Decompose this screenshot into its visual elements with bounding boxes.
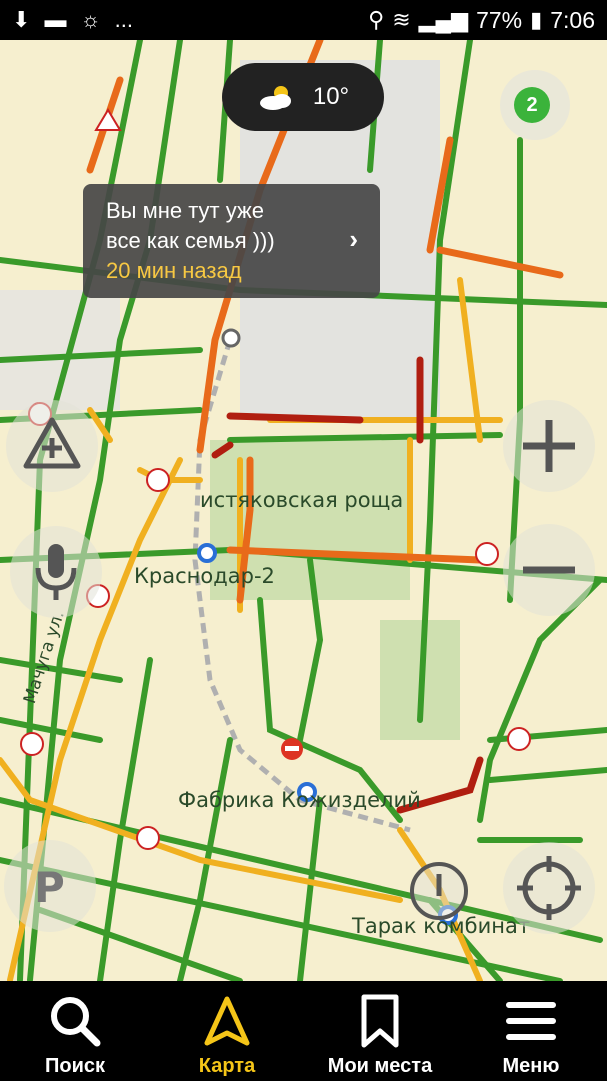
- crosshair-icon: [517, 856, 581, 920]
- signal-icon: ▂▄▆: [418, 7, 469, 32]
- park-label: истяковская роща: [200, 488, 404, 512]
- minus-icon: [523, 566, 575, 574]
- nav-my-places-label: Мои места: [327, 1055, 433, 1077]
- nav-menu-label: Меню: [502, 1055, 560, 1077]
- traffic-level: 2: [514, 87, 550, 123]
- compass-icon: [436, 874, 442, 896]
- search-icon: [51, 997, 101, 1047]
- parking-icon: P: [34, 863, 65, 912]
- traffic-level-button[interactable]: 2: [500, 70, 570, 140]
- download-icon: ⬇: [12, 7, 31, 32]
- zoom-in-button[interactable]: [503, 400, 595, 492]
- no-entry-sign: [281, 738, 303, 760]
- location-icon: ⚲: [368, 7, 385, 32]
- road-event-balloon[interactable]: Вы мне тут уже все как семья ))) 20 мин …: [83, 184, 380, 298]
- svg-text:P: P: [34, 863, 65, 912]
- battery-icon: ▮: [530, 7, 543, 32]
- zoom-out-button[interactable]: [503, 524, 595, 616]
- nav-my-places[interactable]: Мои места: [310, 981, 450, 1081]
- nav-map[interactable]: Карта: [157, 981, 297, 1081]
- bookmark-icon: [361, 994, 399, 1048]
- add-road-event-button[interactable]: [6, 400, 98, 492]
- balloon-time: 20 мин назад: [106, 258, 242, 283]
- nav-search[interactable]: Поиск: [5, 981, 145, 1081]
- compass-button[interactable]: [410, 862, 468, 920]
- weather-widget[interactable]: 10°: [222, 63, 384, 131]
- nav-search-label: Поиск: [44, 1055, 106, 1077]
- warning-sign-icon: [94, 108, 122, 131]
- balloon-text-line2: все как семья ))): [106, 228, 275, 253]
- sync-icon: ☼: [80, 7, 101, 32]
- nav-menu[interactable]: Меню: [461, 981, 601, 1081]
- bottom-navigation: Поиск Карта Мои места Меню: [0, 981, 607, 1081]
- battery-percent: 77%: [476, 6, 523, 33]
- partly-cloudy-icon: [259, 86, 291, 110]
- add-event-icon: [23, 417, 81, 469]
- plus-icon: [523, 420, 575, 472]
- notifications-more: ...: [114, 7, 133, 32]
- wifi-icon: ≋: [392, 7, 411, 32]
- chevron-right-icon: ›: [349, 224, 358, 254]
- clock: 7:06: [550, 6, 595, 33]
- station-label-fabrika: Фабрика Кожизделий: [178, 788, 421, 812]
- my-location-button[interactable]: [503, 842, 595, 934]
- map-arrow-icon: [204, 996, 250, 1046]
- microphone-icon: [35, 544, 77, 600]
- station-label-krasnodar: Краснодар-2: [134, 564, 275, 588]
- hamburger-menu-icon: [506, 1002, 556, 1040]
- status-bar: ⬇ ▬ ☼ ... ⚲ ≋ ▂▄▆ 77% ▮ 7:06: [0, 0, 607, 40]
- map-view[interactable]: истяковская роща Краснодар-2 Фабрика Кож…: [0, 40, 607, 981]
- message-icon: ▬: [44, 7, 67, 32]
- nav-map-label: Карта: [198, 1055, 256, 1077]
- voice-search-button[interactable]: [10, 526, 102, 618]
- balloon-text-line1: Вы мне тут уже: [106, 198, 264, 223]
- parking-button[interactable]: P: [4, 840, 96, 932]
- temperature: 10°: [312, 83, 350, 110]
